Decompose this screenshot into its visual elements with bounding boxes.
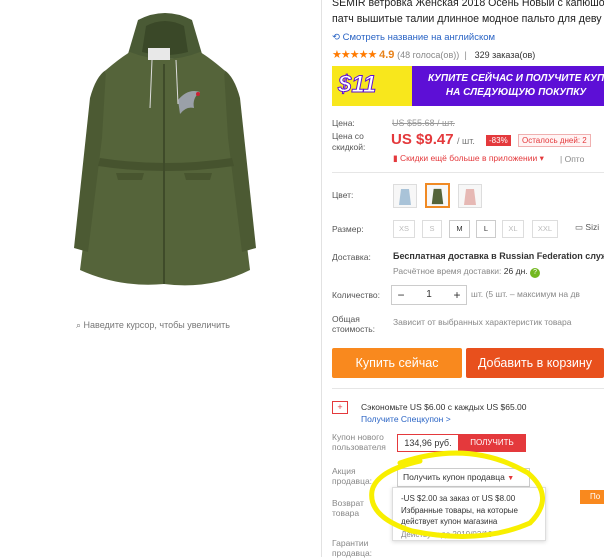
discount-price-label: Цена со скидкой: xyxy=(332,131,366,152)
column-divider xyxy=(321,0,322,557)
buy-now-button[interactable]: Купить сейчас xyxy=(332,348,462,378)
promo-banner[interactable]: $11 КУПИТЕ СЕЙЧАС И ПОЛУЧИТЕ КУП НА СЛЕД… xyxy=(332,66,604,106)
color-swatch-green[interactable] xyxy=(425,183,450,208)
days-left-badge: Осталось дней: 2 xyxy=(518,134,591,147)
size-option[interactable]: L xyxy=(476,220,496,238)
price-unit: / шт. xyxy=(457,136,475,146)
rating-stars: ★★★★★ xyxy=(332,49,377,61)
ruler-icon: ▭ xyxy=(575,222,584,232)
magnifier-icon: ⌕ xyxy=(76,320,84,330)
banner-text: КУПИТЕ СЕЙЧАС И ПОЛУЧИТЕ КУП НА СЛЕДУЮЩУ… xyxy=(428,73,604,98)
phone-icon: ▮ xyxy=(393,153,401,163)
app-discount-link[interactable]: ▮ Скидки ещё больше в приложении ▾ xyxy=(393,153,544,164)
orders-count: 329 заказа(ов) xyxy=(474,50,536,60)
banner-amount: $11 xyxy=(337,71,377,99)
size-label: Размер: xyxy=(332,224,364,234)
rating-row: ★★★★★ 4.9 (48 голоса(ов)) | 329 заказа(о… xyxy=(332,49,536,61)
quantity-plus-button[interactable]: + xyxy=(448,286,466,304)
wholesale-link[interactable]: | Опто xyxy=(560,154,584,164)
translate-icon: ⟲ xyxy=(332,32,343,43)
color-label: Цвет: xyxy=(332,190,354,200)
shipping-text: Бесплатная доставка в Russian Federation… xyxy=(393,251,604,261)
total-text: Зависит от выбранных характеристик товар… xyxy=(393,317,572,327)
size-option[interactable]: XL xyxy=(502,220,524,238)
gift-icon: + xyxy=(332,401,348,414)
rating-score: 4.9 xyxy=(379,49,395,61)
discount-badge: -83% xyxy=(486,135,511,146)
color-swatch-blue[interactable] xyxy=(393,184,417,208)
shipping-label: Доставка: xyxy=(332,252,371,262)
info-icon[interactable]: ? xyxy=(530,268,541,278)
quantity-label: Количество: xyxy=(332,290,381,300)
total-label: Общая стоимость: xyxy=(332,314,376,334)
color-swatch-pink[interactable] xyxy=(458,184,482,208)
divider xyxy=(332,388,604,389)
product-title: SEMIR ветровка Женская 2018 Осень Новый … xyxy=(332,0,604,25)
size-option[interactable]: S xyxy=(422,220,442,238)
price-label: Цена: xyxy=(332,118,355,128)
size-option[interactable]: XS xyxy=(393,220,415,238)
add-to-cart-button[interactable]: Добавить в корзину xyxy=(466,348,604,378)
quantity-stepper: − 1 + xyxy=(391,285,467,305)
delivery-time: Расчётное время доставки: 26 дн. ? xyxy=(393,266,541,278)
size-option[interactable]: XXL xyxy=(532,220,558,238)
popup-side-button[interactable]: По xyxy=(580,490,604,504)
highlight-annotation xyxy=(369,450,545,539)
rating-votes[interactable]: (48 голоса(ов)) xyxy=(397,50,459,60)
zoom-hint: ⌕ Наведите курсор, чтобы увеличить xyxy=(76,320,230,330)
divider xyxy=(332,172,604,173)
size-option[interactable]: M xyxy=(449,220,470,238)
current-price: US $9.47 xyxy=(391,131,454,148)
special-coupon-link[interactable]: Получите Спецкупон > xyxy=(361,414,451,424)
translate-link[interactable]: ⟲ Смотреть название на английском xyxy=(332,32,495,43)
save-text: Сэкономьте US $6.00 с каждых US $65.00 xyxy=(361,402,527,412)
quantity-minus-button[interactable]: − xyxy=(392,286,410,304)
size-chart-link[interactable]: ▭ Sizi xyxy=(575,222,599,233)
old-price: US $55.68 / шт. xyxy=(392,118,455,128)
quantity-input[interactable]: 1 xyxy=(416,286,442,304)
quantity-note: шт. (5 шт. – максимум на дв xyxy=(471,289,580,299)
product-image[interactable] xyxy=(60,8,270,308)
